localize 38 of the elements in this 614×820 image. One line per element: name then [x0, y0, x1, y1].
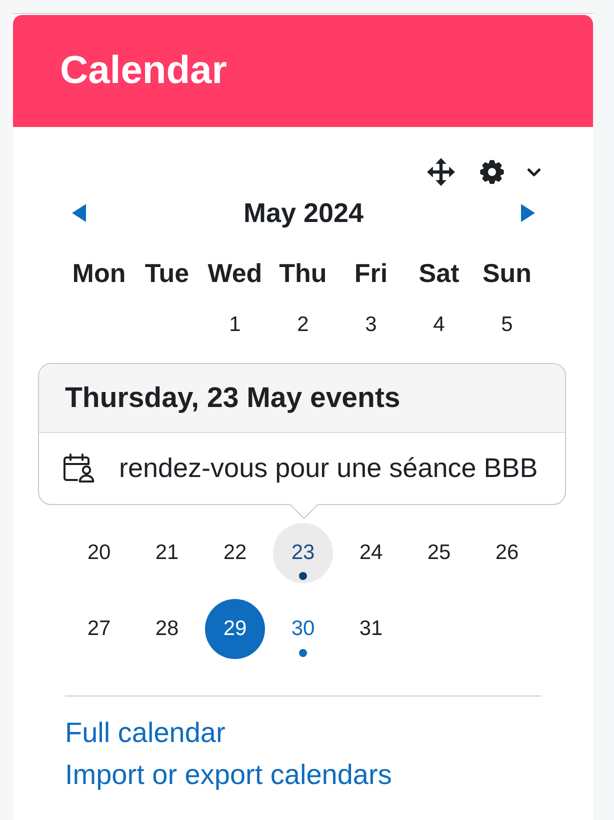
- calendar-day[interactable]: 26: [495, 541, 519, 565]
- weekday-label: Tue: [144, 259, 190, 287]
- calendar-day[interactable]: 3: [365, 313, 377, 337]
- calendar-link[interactable]: Full calendar: [65, 712, 226, 754]
- caret-down-icon[interactable]: [527, 168, 541, 176]
- weekday-label: Mon: [72, 259, 126, 287]
- right-triangle-icon[interactable]: [521, 204, 535, 222]
- gear-icon[interactable]: [480, 160, 504, 184]
- calendar-link[interactable]: Import or export calendars: [65, 754, 392, 796]
- calendar-day[interactable]: 5: [501, 313, 513, 337]
- calendar-day[interactable]: 2: [297, 313, 309, 337]
- weekday-label: Wed: [208, 259, 262, 287]
- block-title: Calendar: [60, 50, 227, 92]
- event-name: rendez-vous pour une séance BBB: [119, 452, 538, 484]
- event-dot-icon: [299, 572, 307, 580]
- calendar-day[interactable]: 22: [223, 541, 247, 565]
- calendar-day[interactable]: 28: [155, 617, 179, 641]
- month-title: May 2024: [243, 198, 364, 228]
- calendar-day[interactable]: 24: [359, 541, 383, 565]
- calendar-day[interactable]: 20: [87, 541, 111, 565]
- move-icon[interactable]: [427, 158, 455, 186]
- event-dot-icon: [298, 649, 307, 657]
- weekday-label: Sun: [482, 259, 532, 287]
- calendar-day[interactable]: 23: [273, 523, 333, 583]
- calendar-day[interactable]: 27: [87, 617, 111, 641]
- calendar-day[interactable]: 31: [359, 617, 383, 641]
- weekday-label: Fri: [354, 259, 388, 287]
- calendar-day[interactable]: 25: [427, 541, 451, 565]
- calendar-day[interactable]: 21: [155, 541, 179, 565]
- left-triangle-icon[interactable]: [72, 204, 86, 222]
- popover-title: Thursday, 23 May events: [65, 382, 400, 414]
- calendar-day[interactable]: 30: [291, 617, 315, 657]
- calendar-day[interactable]: 29: [205, 599, 265, 659]
- calendar-person-icon: [63, 453, 95, 483]
- calendar-day[interactable]: 4: [433, 313, 445, 337]
- calendar-day[interactable]: 1: [229, 313, 241, 337]
- weekday-label: Sat: [418, 259, 460, 287]
- weekday-label: Thu: [279, 259, 327, 287]
